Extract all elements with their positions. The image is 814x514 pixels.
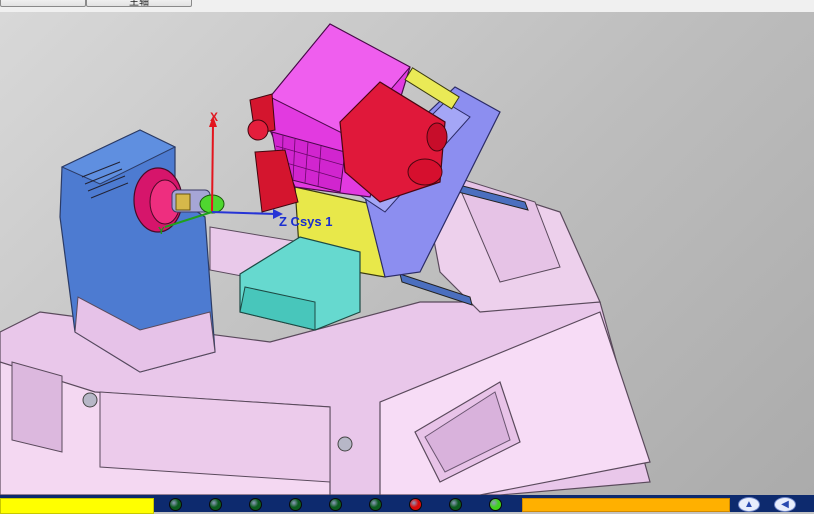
status-indicator-3 (249, 498, 262, 511)
status-indicator-7 (409, 498, 422, 511)
arrow-left-icon[interactable]: ◀ (774, 497, 796, 512)
status-indicator-8 (449, 498, 462, 511)
tool-holder-round (247, 119, 269, 141)
status-bar: ▲ ◀ (0, 495, 814, 514)
base-bolt-center (337, 436, 353, 452)
axis-y-label: Y (158, 226, 165, 237)
toolbar-button-1[interactable] (0, 0, 86, 7)
x-axis-line (211, 123, 214, 213)
servo-motor-cap (426, 122, 448, 152)
status-indicator-9 (489, 498, 502, 511)
machine-base-center-panel (99, 391, 331, 483)
coordinate-system-label: Z Csys 1 (279, 214, 333, 229)
servo-motor-end (407, 158, 443, 186)
status-indicator-4 (289, 498, 302, 511)
workpiece-gold (175, 193, 191, 211)
status-indicator-1 (169, 498, 182, 511)
machine-base-left-cutout (11, 361, 63, 453)
base-bolt-left (82, 392, 98, 408)
arrow-up-icon[interactable]: ▲ (738, 497, 760, 512)
toolbar-button-spindle[interactable]: 主轴 (86, 0, 192, 7)
machine-model (0, 23, 651, 495)
status-indicator-5 (329, 498, 342, 511)
status-indicator-6 (369, 498, 382, 511)
status-indicator-2 (209, 498, 222, 511)
3d-viewport[interactable]: X Y Z Csys 1 (0, 12, 814, 495)
axis-x-label: X (210, 110, 219, 124)
z-axis-line (211, 211, 277, 215)
status-progress-field (522, 498, 730, 512)
